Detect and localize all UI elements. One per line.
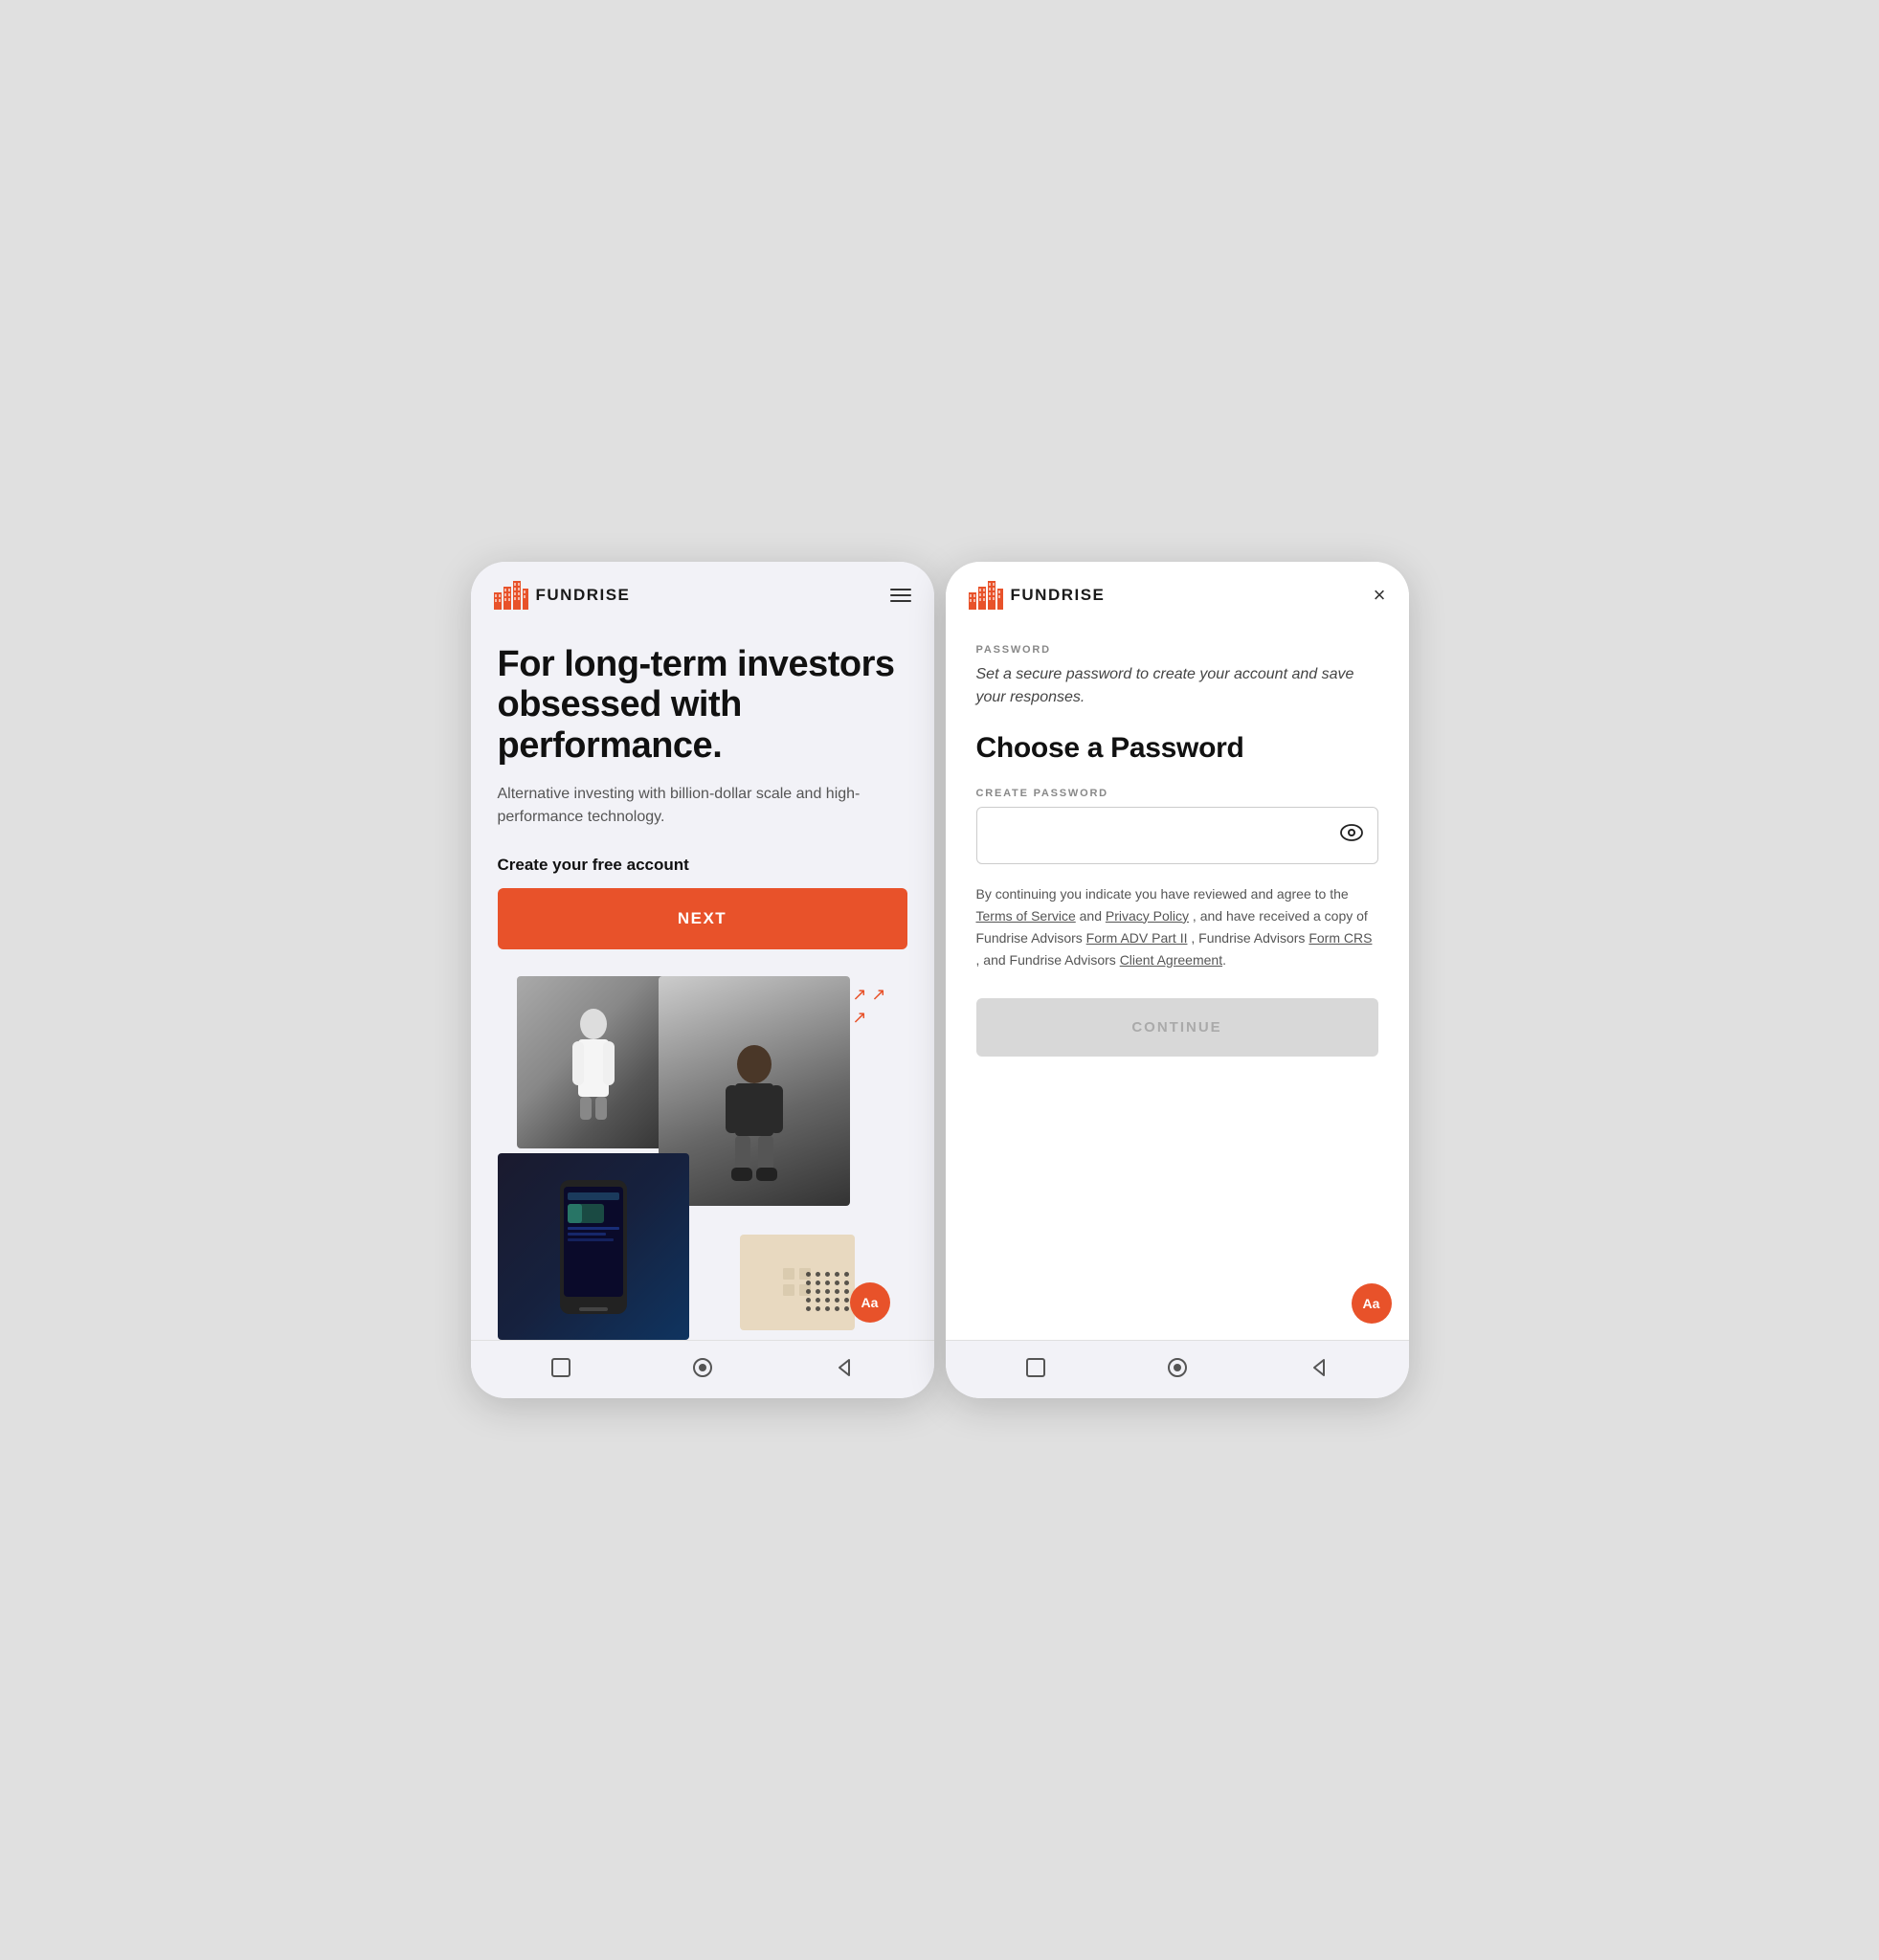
back-icon — [834, 1357, 855, 1378]
next-button[interactable]: NEXT — [498, 888, 907, 949]
person-silhouette-2 — [716, 1043, 793, 1196]
left-content: For long-term investors obsessed with pe… — [471, 625, 934, 1341]
close-button[interactable]: × — [1374, 583, 1386, 608]
right-panel: FUNDRISE × PASSWORD Set a secure passwor… — [946, 562, 1409, 1399]
terms-period: . — [1222, 952, 1226, 968]
person-silhouette-1 — [565, 1005, 622, 1120]
circle-icon-right — [1167, 1357, 1188, 1378]
right-content: PASSWORD Set a secure password to create… — [946, 625, 1409, 1341]
hamburger-menu[interactable] — [890, 589, 911, 602]
terms-and1: and — [1076, 908, 1106, 924]
circle-icon — [692, 1357, 713, 1378]
nav-circle-left[interactable] — [689, 1354, 716, 1381]
fundrise-logo-icon — [494, 581, 528, 610]
terms-prefix: By continuing you indicate you have revi… — [976, 886, 1349, 902]
password-field-wrap — [976, 807, 1378, 864]
terms-fundrise: Fundrise Advisors — [1195, 930, 1309, 946]
continue-button[interactable]: CONTINUE — [976, 998, 1378, 1057]
form-adv-link[interactable]: Form ADV Part II — [1086, 930, 1188, 946]
terms-and3: , and Fundrise Advisors — [976, 952, 1120, 968]
fundrise-logo-icon-right — [969, 581, 1003, 610]
form-title: Choose a Password — [976, 732, 1378, 765]
collage: ↗ ↗↗ Aa — [498, 976, 907, 1340]
right-logo-text: FUNDRISE — [1011, 586, 1106, 605]
accessibility-badge-right[interactable]: Aa — [1352, 1283, 1392, 1324]
eye-svg — [1340, 824, 1363, 841]
left-panel: FUNDRISE For long-term investors obsesse… — [471, 562, 934, 1399]
dots-decor — [806, 1272, 850, 1311]
nav-square-right[interactable] — [1022, 1354, 1049, 1381]
cta-label: Create your free account — [498, 856, 907, 875]
form-crs-link[interactable]: Form CRS — [1309, 930, 1372, 946]
collage-img-person-white — [517, 976, 670, 1148]
back-icon-right — [1309, 1357, 1330, 1378]
phone-illustration — [550, 1175, 637, 1319]
nav-circle-right[interactable] — [1164, 1354, 1191, 1381]
right-nav-bar — [946, 1340, 1409, 1398]
nav-square-left[interactable] — [548, 1354, 574, 1381]
hero-title: For long-term investors obsessed with pe… — [498, 644, 907, 767]
terms-text: By continuing you indicate you have revi… — [976, 883, 1378, 971]
accessibility-badge-left[interactable]: Aa — [850, 1282, 890, 1323]
hero-subtitle: Alternative investing with billion-dolla… — [498, 783, 907, 829]
section-desc: Set a secure password to create your acc… — [976, 663, 1378, 709]
nav-back-left[interactable] — [831, 1354, 858, 1381]
left-nav-bar — [471, 1340, 934, 1398]
eye-toggle-icon[interactable] — [1340, 824, 1363, 847]
privacy-policy-link[interactable]: Privacy Policy — [1106, 908, 1189, 924]
arrows-decor: ↗ ↗↗ — [852, 984, 885, 1029]
square-icon — [550, 1357, 571, 1378]
password-input[interactable] — [976, 807, 1378, 864]
client-agreement-link[interactable]: Client Agreement — [1120, 952, 1222, 968]
nav-back-right[interactable] — [1306, 1354, 1332, 1381]
collage-img-phone — [498, 1153, 689, 1340]
right-header: FUNDRISE × — [946, 562, 1409, 625]
left-logo-text: FUNDRISE — [536, 586, 631, 605]
square-icon-right — [1025, 1357, 1046, 1378]
right-logo[interactable]: FUNDRISE — [969, 581, 1106, 610]
left-header: FUNDRISE — [471, 562, 934, 625]
section-label: PASSWORD — [976, 644, 1378, 656]
terms-of-service-link[interactable]: Terms of Service — [976, 908, 1076, 924]
left-logo[interactable]: FUNDRISE — [494, 581, 631, 610]
field-label: CREATE PASSWORD — [976, 788, 1378, 799]
